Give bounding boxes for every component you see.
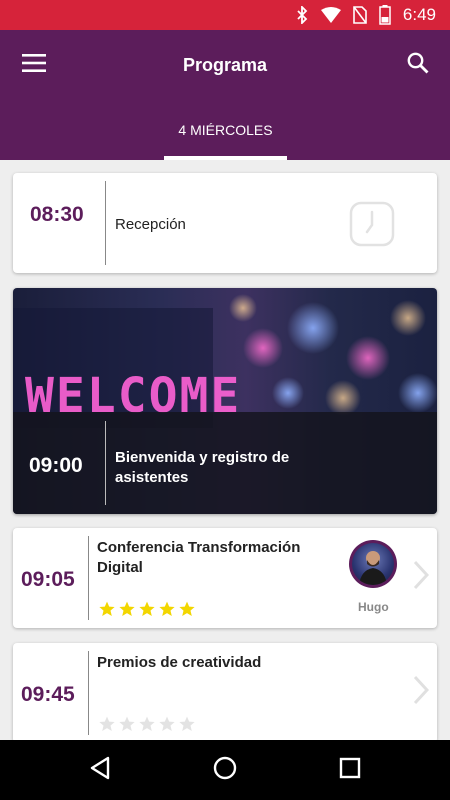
speaker-avatar[interactable] — [349, 540, 397, 588]
status-bar: 6:49 — [0, 0, 450, 30]
star-icon[interactable] — [99, 601, 115, 617]
divider — [105, 421, 106, 505]
session-card-premios[interactable]: 09:45 Premios de creatividad — [13, 643, 437, 743]
session-title-line-1: Bienvenida y registro de — [115, 449, 290, 466]
wifi-icon — [320, 7, 341, 23]
recents-button[interactable] — [330, 750, 370, 790]
speaker-photo — [352, 543, 394, 585]
search-icon — [407, 52, 429, 79]
rating-stars[interactable] — [99, 601, 195, 617]
recents-square-icon — [339, 757, 361, 784]
status-time: 6:49 — [402, 5, 436, 24]
session-title: Recepción — [115, 216, 186, 233]
session-time: 09:00 — [29, 454, 83, 477]
session-card-bienvenida[interactable]: WELCOME 09:00 Bienvenida y registro de a… — [13, 288, 437, 514]
session-time: 08:30 — [30, 203, 84, 226]
star-icon[interactable] — [99, 716, 115, 732]
star-icon[interactable] — [119, 716, 135, 732]
rating-stars[interactable] — [99, 716, 195, 732]
star-icon[interactable] — [179, 716, 195, 732]
bluetooth-icon — [295, 6, 309, 24]
session-time: 09:05 — [21, 568, 75, 591]
divider — [88, 651, 89, 735]
tab-indicator — [164, 156, 287, 160]
star-icon[interactable] — [139, 601, 155, 617]
session-title-line-2: asistentes — [115, 469, 189, 486]
battery-icon — [379, 5, 391, 25]
tab-bar: 4 MIÉRCOLES — [0, 100, 450, 160]
speaker-name: Hugo — [358, 600, 389, 614]
system-nav-bar — [0, 740, 450, 800]
star-icon[interactable] — [179, 601, 195, 617]
back-triangle-icon — [89, 756, 111, 785]
back-button[interactable] — [80, 750, 120, 790]
chevron-right-icon[interactable] — [413, 675, 430, 710]
session-card-conferencia[interactable]: 09:05 Conferencia Transformación Digital… — [13, 528, 437, 628]
session-title: Premios de creatividad — [97, 654, 262, 671]
star-icon[interactable] — [119, 601, 135, 617]
session-title: Bienvenida y registro de asistentes — [115, 448, 289, 488]
session-card-recepcion[interactable]: 08:30 Recepción — [13, 173, 437, 273]
star-icon[interactable] — [139, 716, 155, 732]
page-title: Programa — [182, 55, 268, 75]
session-time: 09:45 — [21, 683, 75, 706]
home-circle-icon — [213, 756, 237, 785]
star-icon[interactable] — [159, 716, 175, 732]
app-bar: Programa — [0, 30, 450, 100]
divider — [88, 536, 89, 620]
no-sim-icon — [353, 6, 367, 24]
divider — [105, 181, 106, 265]
chevron-right-icon[interactable] — [413, 560, 430, 595]
star-icon[interactable] — [159, 601, 175, 617]
session-title-line-1: Conferencia Transformación — [97, 539, 301, 556]
home-button[interactable] — [205, 750, 245, 790]
clock-icon — [349, 201, 395, 252]
session-title-line-2: Digital — [97, 559, 143, 576]
session-title: Conferencia Transformación Digital — [97, 538, 300, 578]
tab-day[interactable]: 4 MIÉRCOLES — [164, 100, 287, 160]
search-button[interactable] — [398, 45, 438, 85]
